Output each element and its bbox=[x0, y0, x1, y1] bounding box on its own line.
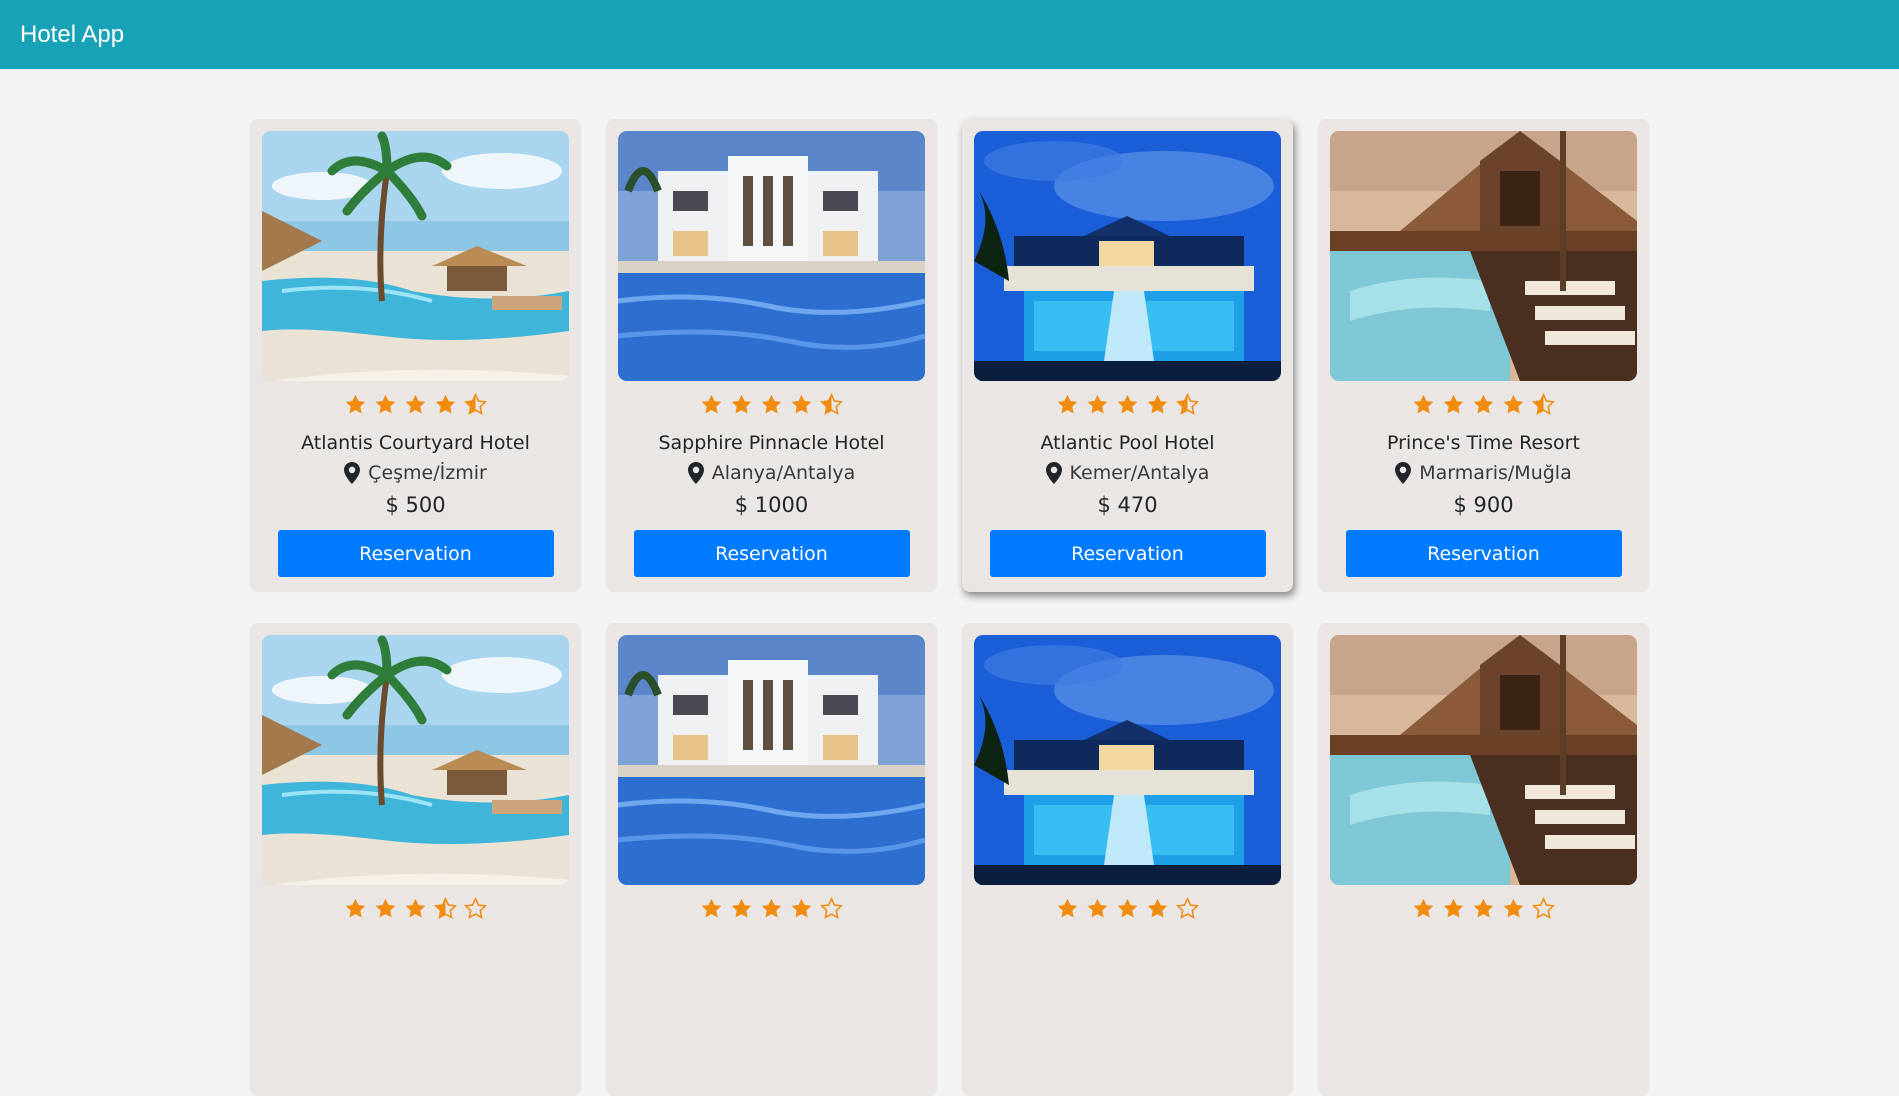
star-full-icon bbox=[761, 898, 782, 918]
hotel-name: Atlantis Courtyard Hotel bbox=[301, 432, 530, 454]
hotel-card: Atlantic Pool Hotel Kemer/Antalya $ 470 … bbox=[962, 119, 1293, 592]
hotel-card: Atlantis Courtyard Hotel Çeşme/İzmir $ 5… bbox=[250, 119, 581, 592]
star-full-icon bbox=[791, 898, 812, 918]
star-full-icon bbox=[1147, 394, 1168, 414]
star-empty-icon bbox=[1532, 897, 1555, 919]
star-full-icon bbox=[701, 898, 722, 918]
star-full-icon bbox=[1087, 898, 1108, 918]
hotel-location: Alanya/Antalya bbox=[618, 461, 925, 485]
star-full-icon bbox=[435, 394, 456, 414]
star-half-icon bbox=[434, 897, 457, 919]
star-rating bbox=[1330, 897, 1637, 921]
hotel-location: Çeşme/İzmir bbox=[262, 461, 569, 485]
hotel-photo bbox=[618, 635, 925, 885]
star-rating bbox=[618, 393, 925, 417]
star-full-icon bbox=[731, 898, 752, 918]
location-pin-icon bbox=[1395, 462, 1412, 484]
hotel-location: Kemer/Antalya bbox=[974, 461, 1281, 485]
star-full-icon bbox=[405, 898, 426, 918]
hotel-price: $ 1000 bbox=[734, 493, 809, 517]
location-pin-icon bbox=[344, 462, 361, 484]
star-full-icon bbox=[1117, 898, 1138, 918]
star-full-icon bbox=[345, 898, 366, 918]
star-full-icon bbox=[701, 394, 722, 414]
location-text: Kemer/Antalya bbox=[1069, 462, 1210, 484]
star-full-icon bbox=[345, 394, 366, 414]
location-text: Marmaris/Muğla bbox=[1419, 462, 1572, 484]
star-full-icon bbox=[1503, 394, 1524, 414]
star-full-icon bbox=[1443, 394, 1464, 414]
hotel-name: Sapphire Pinnacle Hotel bbox=[658, 432, 885, 454]
hotel-photo bbox=[1330, 635, 1637, 885]
star-full-icon bbox=[1503, 898, 1524, 918]
star-rating bbox=[262, 393, 569, 417]
hotel-card bbox=[1318, 623, 1649, 1096]
star-full-icon bbox=[405, 394, 426, 414]
star-full-icon bbox=[1473, 394, 1494, 414]
star-full-icon bbox=[1473, 898, 1494, 918]
location-pin-icon bbox=[1045, 462, 1062, 484]
star-full-icon bbox=[1443, 898, 1464, 918]
navbar: Hotel App bbox=[0, 0, 1899, 69]
star-rating bbox=[262, 897, 569, 921]
star-full-icon bbox=[375, 394, 396, 414]
hotel-location: Marmaris/Muğla bbox=[1330, 461, 1637, 485]
reservation-button[interactable]: Reservation bbox=[1345, 530, 1622, 577]
star-full-icon bbox=[1117, 394, 1138, 414]
star-full-icon bbox=[791, 394, 812, 414]
hotel-price: $ 900 bbox=[1453, 493, 1514, 517]
star-full-icon bbox=[1147, 898, 1168, 918]
star-rating bbox=[1330, 393, 1637, 417]
hotel-photo bbox=[262, 635, 569, 885]
hotel-name: Atlantic Pool Hotel bbox=[1040, 432, 1215, 454]
star-empty-icon bbox=[1176, 897, 1199, 919]
star-full-icon bbox=[761, 394, 782, 414]
star-full-icon bbox=[731, 394, 752, 414]
hotel-card bbox=[250, 623, 581, 1096]
star-full-icon bbox=[1413, 394, 1434, 414]
hotel-price: $ 470 bbox=[1097, 493, 1158, 517]
hotel-price: $ 500 bbox=[385, 493, 446, 517]
hotel-card: Prince's Time Resort Marmaris/Muğla $ 90… bbox=[1318, 119, 1649, 592]
location-text: Alanya/Antalya bbox=[711, 462, 856, 484]
reservation-button[interactable]: Reservation bbox=[277, 530, 554, 577]
star-half-icon bbox=[820, 393, 843, 415]
location-text: Çeşme/İzmir bbox=[368, 462, 487, 484]
star-rating bbox=[618, 897, 925, 921]
star-full-icon bbox=[1057, 394, 1078, 414]
hotel-photo bbox=[262, 131, 569, 381]
reservation-button[interactable]: Reservation bbox=[989, 530, 1266, 577]
star-full-icon bbox=[1057, 898, 1078, 918]
hotel-grid: Atlantis Courtyard Hotel Çeşme/İzmir $ 5… bbox=[250, 119, 1649, 1096]
hotel-card bbox=[606, 623, 937, 1096]
hotel-name: Prince's Time Resort bbox=[1387, 432, 1580, 454]
star-full-icon bbox=[375, 898, 396, 918]
hotel-photo bbox=[974, 131, 1281, 381]
hotel-card bbox=[962, 623, 1293, 1096]
location-pin-icon bbox=[687, 462, 704, 484]
star-rating bbox=[974, 897, 1281, 921]
star-half-icon bbox=[1176, 393, 1199, 415]
hotel-card: Sapphire Pinnacle Hotel Alanya/Antalya $… bbox=[606, 119, 937, 592]
star-empty-icon bbox=[464, 897, 487, 919]
hotel-photo bbox=[974, 635, 1281, 885]
star-empty-icon bbox=[820, 897, 843, 919]
star-half-icon bbox=[1532, 393, 1555, 415]
star-rating bbox=[974, 393, 1281, 417]
hotel-photo bbox=[618, 131, 925, 381]
star-half-icon bbox=[464, 393, 487, 415]
app-title[interactable]: Hotel App bbox=[20, 21, 124, 49]
reservation-button[interactable]: Reservation bbox=[633, 530, 910, 577]
star-full-icon bbox=[1413, 898, 1434, 918]
star-full-icon bbox=[1087, 394, 1108, 414]
hotel-photo bbox=[1330, 131, 1637, 381]
